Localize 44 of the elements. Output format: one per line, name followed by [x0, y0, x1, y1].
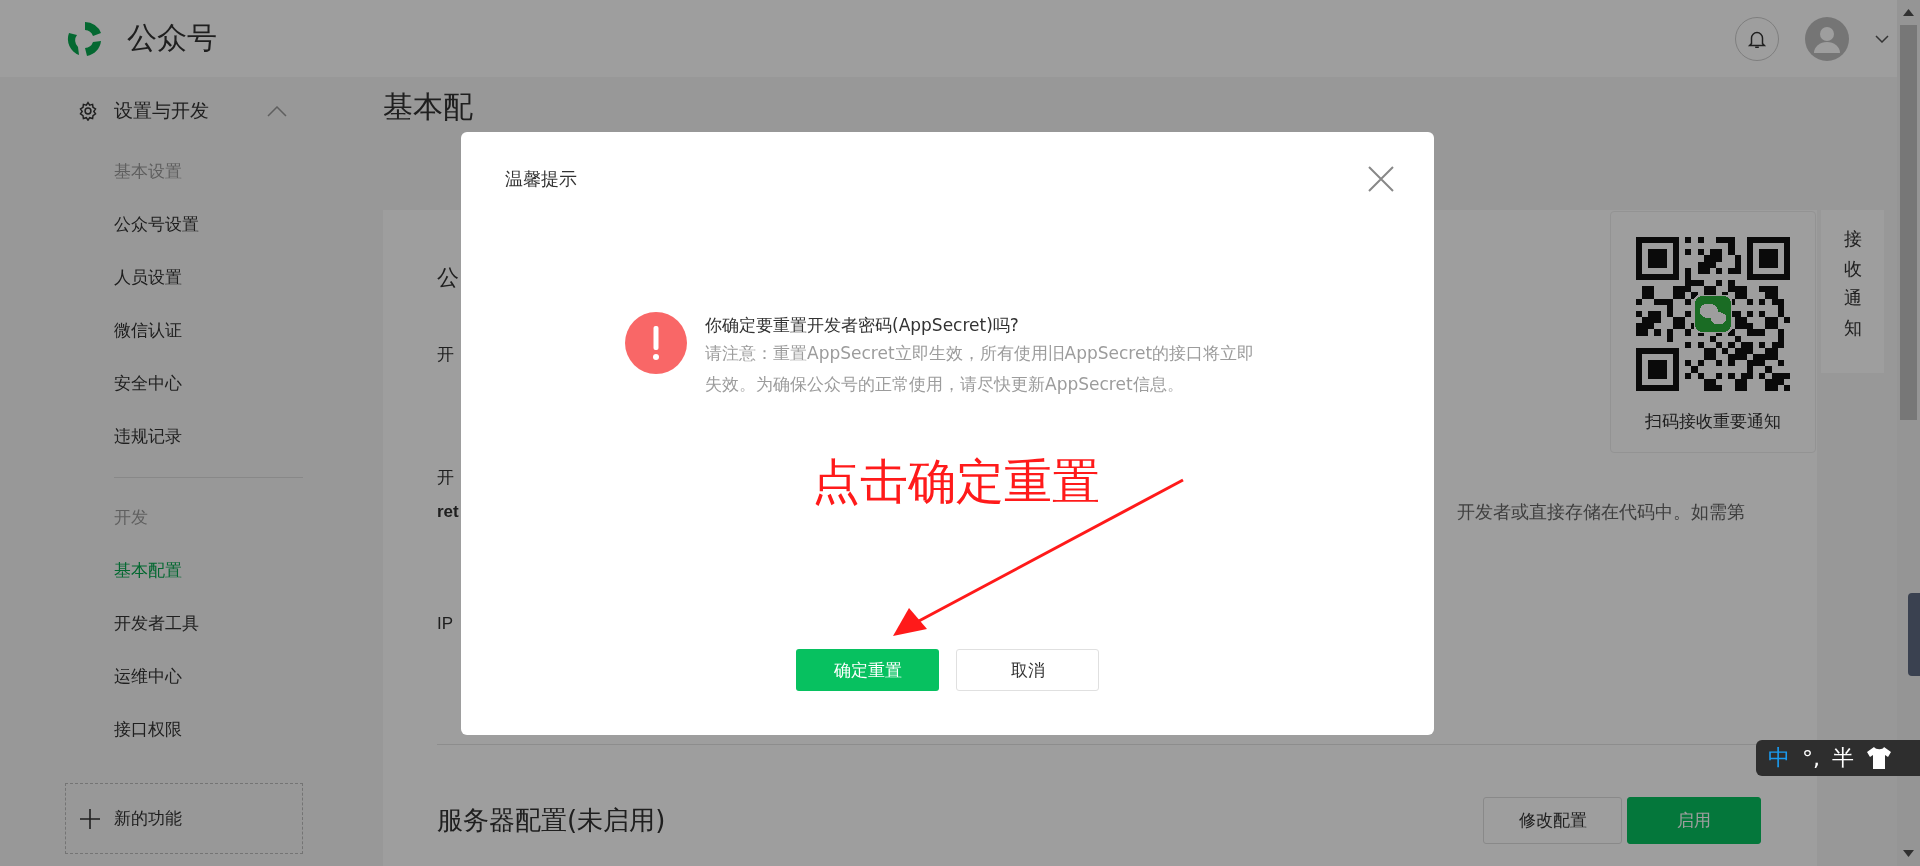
- ime-indicator[interactable]: °,: [1802, 745, 1820, 771]
- qr-caption: 扫码接收重要通知: [1645, 410, 1781, 433]
- warning-icon: [625, 312, 687, 374]
- ime-indicator[interactable]: 中: [1768, 743, 1790, 773]
- field-value: ret: [437, 501, 459, 523]
- edit-config-button[interactable]: 修改配置: [1483, 797, 1622, 844]
- section-title[interactable]: 设置与开发: [114, 98, 209, 124]
- page-title: 基本配: [383, 88, 473, 126]
- plus-icon: [80, 808, 100, 829]
- scroll-up-icon[interactable]: [1903, 9, 1914, 16]
- scroll-thumb[interactable]: [1900, 25, 1917, 420]
- sidebar-item[interactable]: 接口权限: [114, 703, 182, 756]
- group-label: 开发: [113, 506, 149, 529]
- group-label: 基本设置: [113, 160, 183, 183]
- sidebar-item[interactable]: 安全中心: [114, 357, 182, 410]
- notification-button[interactable]: [1735, 16, 1779, 61]
- settings-icon: [78, 101, 98, 121]
- side-tab-label: 接收通知: [1843, 227, 1862, 341]
- side-tab[interactable]: 接收通知: [1821, 210, 1884, 373]
- field-label: 开: [437, 344, 454, 366]
- dialog-note: 请注意：重置AppSecret立即生效，所有使用旧AppSecret的接口将立即失效。为确保公众号的正常使用，请尽快更新AppSecret信息。: [705, 342, 1256, 396]
- sidebar-item[interactable]: 人员设置: [114, 251, 182, 304]
- volume-meter-icon: [1908, 593, 1920, 676]
- scroll-down-icon[interactable]: [1903, 850, 1914, 857]
- section-heading: 服务器配置(未启用): [437, 804, 666, 837]
- sidebar-item[interactable]: 开发者工具: [114, 597, 199, 650]
- logo-text: 公众号: [127, 19, 217, 57]
- sidebar-item[interactable]: 微信认证: [114, 304, 182, 357]
- ime-indicator[interactable]: 半: [1832, 743, 1854, 773]
- section-heading: 公: [437, 264, 459, 292]
- dialog-title: 温馨提示: [505, 167, 577, 191]
- annotation-text: 点击确定重置: [812, 452, 1100, 511]
- dialog-message: 你确定要重置开发者密码(AppSecret)吗?: [705, 314, 1020, 337]
- sidebar-item[interactable]: 违规记录: [114, 410, 182, 463]
- cancel-button[interactable]: 取消: [956, 649, 1099, 691]
- chevron-down-icon[interactable]: [1875, 34, 1889, 43]
- field-label: 开: [437, 467, 454, 489]
- new-feature-button[interactable]: 新的功能: [65, 783, 303, 854]
- sidebar-item[interactable]: 公众号设置: [114, 198, 199, 251]
- close-icon[interactable]: [1368, 166, 1394, 192]
- description-text: 开发者或直接存储在代码中。如需第: [1457, 500, 1745, 524]
- sidebar-item[interactable]: 运维中心: [114, 650, 182, 703]
- field-label: IP: [437, 613, 454, 635]
- shirt-icon[interactable]: [1866, 746, 1892, 770]
